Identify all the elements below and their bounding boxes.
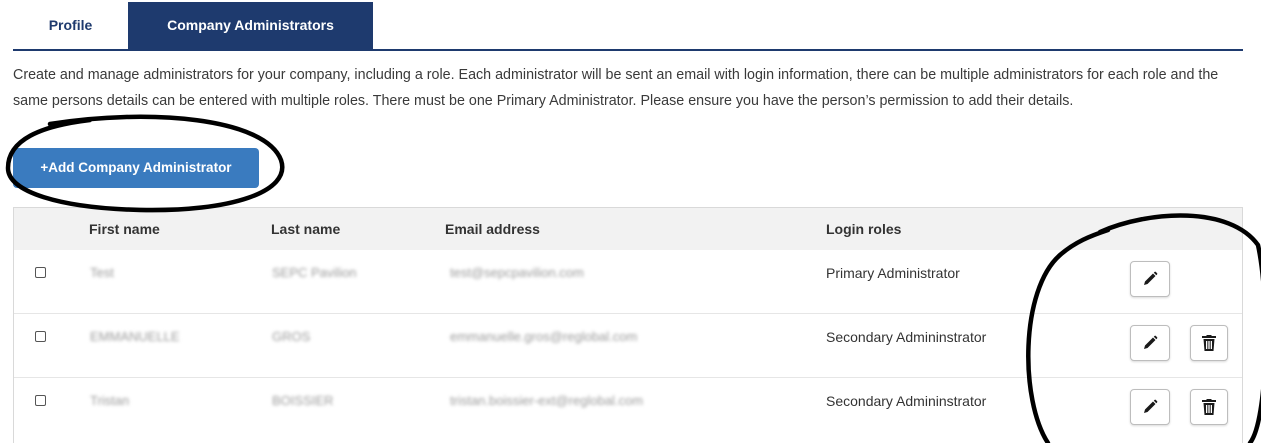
tab-company-administrators[interactable]: Company Administrators	[128, 2, 373, 49]
cell-email: emmanuelle.gros@reglobal.com	[450, 329, 638, 344]
header-email-address: Email address	[445, 221, 540, 237]
cell-login-role: Secondary Admininstrator	[826, 329, 987, 345]
cell-last-name: GROS	[272, 329, 311, 344]
cell-login-role: Secondary Admininstrator	[826, 393, 987, 409]
delete-button[interactable]	[1190, 389, 1228, 425]
page-description: Create and manage administrators for you…	[13, 67, 1219, 109]
tab-profile[interactable]: Profile	[13, 2, 128, 49]
cell-first-name: Test	[90, 265, 114, 280]
delete-button[interactable]	[1190, 325, 1228, 361]
add-company-administrator-button[interactable]: +Add Company Administrator	[13, 148, 259, 188]
edit-button[interactable]	[1130, 389, 1170, 425]
row-checkbox[interactable]	[35, 331, 46, 342]
pencil-icon	[1144, 399, 1158, 413]
pencil-icon	[1144, 335, 1158, 349]
row-checkbox[interactable]	[35, 395, 46, 406]
cell-first-name: Tristan	[90, 393, 130, 408]
cell-email: test@sepcpavilion.com	[450, 265, 584, 280]
tab-bar: Profile Company Administrators	[13, 2, 1243, 51]
header-login-roles: Login roles	[826, 221, 902, 237]
cell-first-name: EMMANUELLE	[90, 329, 180, 344]
cell-login-role: Primary Administrator	[826, 265, 960, 281]
table-row: Test SEPC Pavilion test@sepcpavilion.com…	[14, 250, 1242, 314]
cell-last-name: SEPC Pavilion	[272, 265, 357, 280]
edit-button[interactable]	[1130, 261, 1170, 297]
table-row: EMMANUELLE GROS emmanuelle.gros@reglobal…	[14, 314, 1242, 378]
header-last-name: Last name	[271, 221, 341, 237]
header-first-name: First name	[89, 221, 160, 237]
table-row: Tristan BOISSIER tristan.boissier-ext@re…	[14, 378, 1242, 442]
cell-email: tristan.boissier-ext@reglobal.com	[450, 393, 644, 408]
cell-last-name: BOISSIER	[272, 393, 334, 408]
pencil-icon	[1144, 271, 1158, 285]
administrators-table: First name Last name Email address Login…	[13, 207, 1243, 443]
trash-icon	[1202, 399, 1216, 415]
trash-icon	[1202, 335, 1216, 351]
row-checkbox[interactable]	[35, 267, 46, 278]
table-header: First name Last name Email address Login…	[14, 208, 1242, 251]
edit-button[interactable]	[1130, 325, 1170, 361]
